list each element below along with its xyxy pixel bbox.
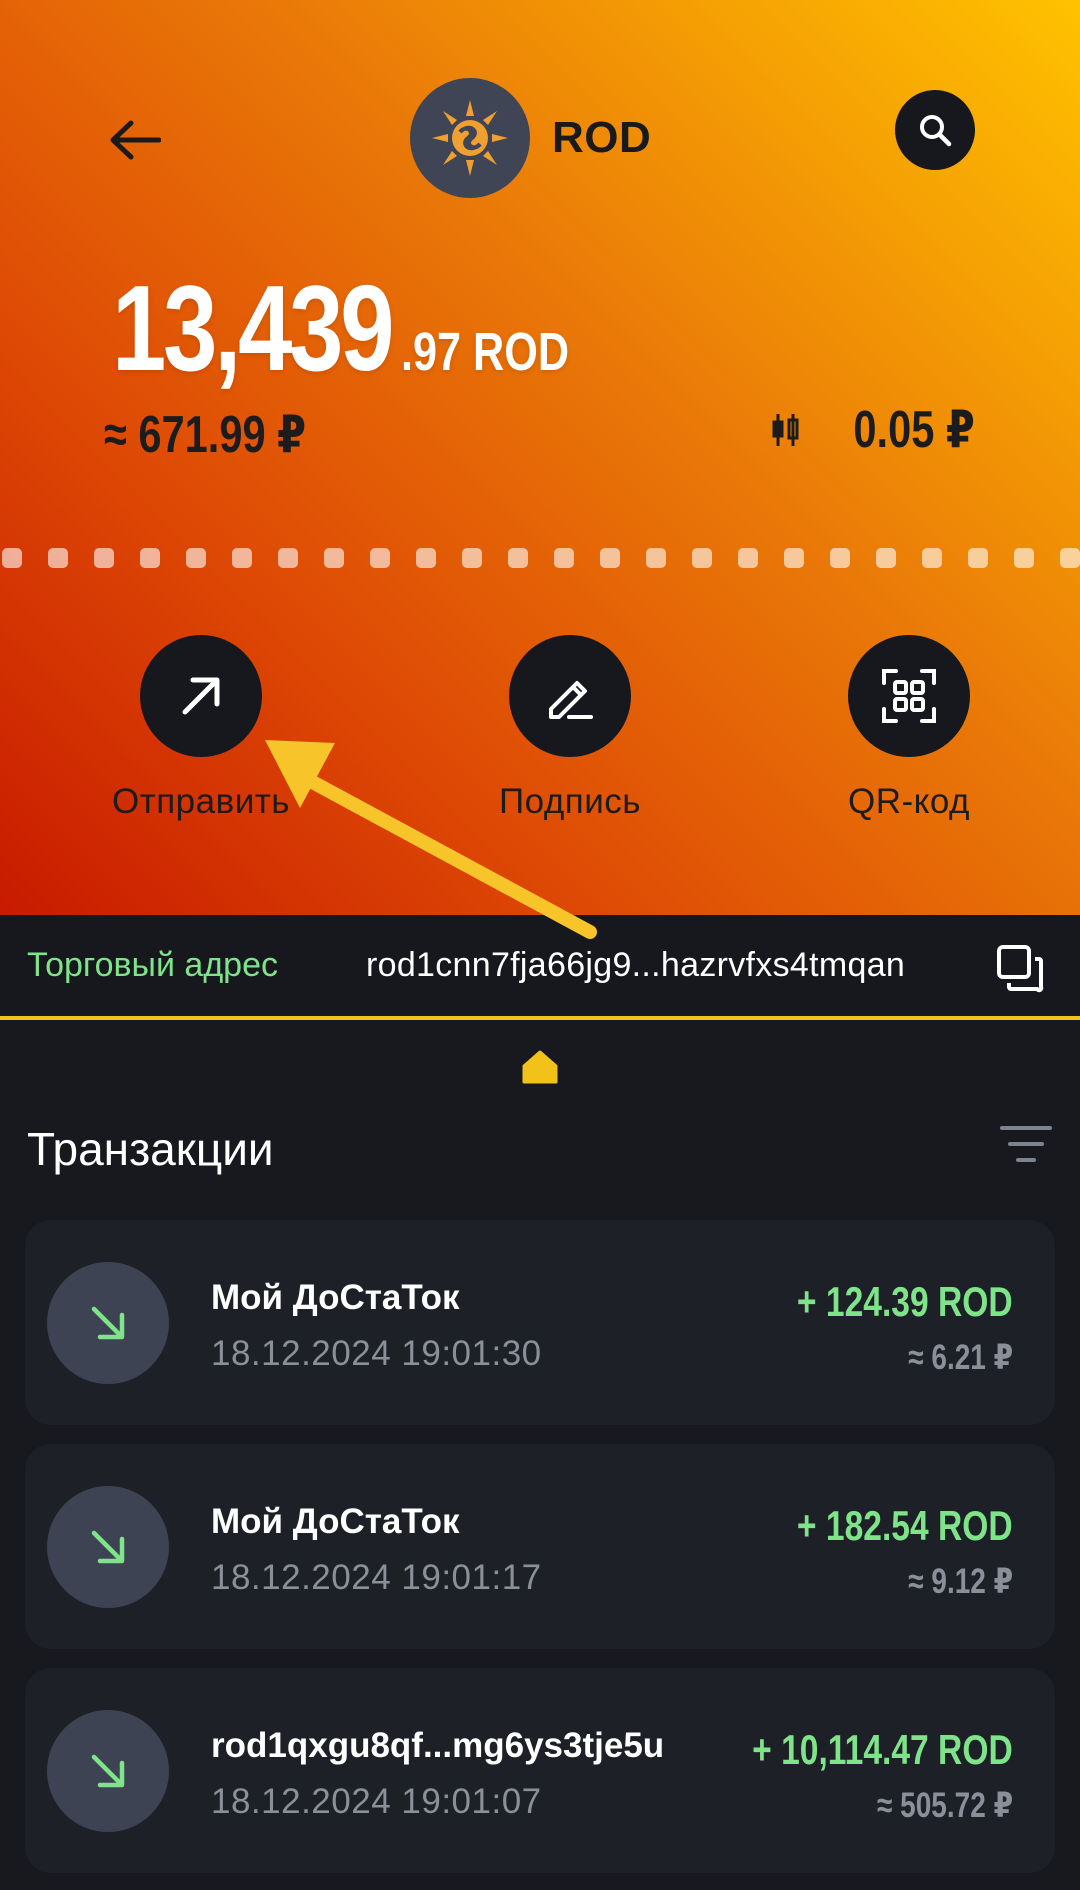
arrow-left-icon [110, 120, 161, 160]
transaction-name: Мой ДоСтаТок [211, 1278, 460, 1317]
copy-icon[interactable] [995, 943, 1045, 993]
qr-code-label: QR-код [848, 782, 970, 821]
fiat-balance: ≈ 671.99 ₽ [104, 406, 307, 464]
trading-address-bar: Торговый адрес rod1cnn7fja66jg9...hazrvf… [0, 915, 1080, 1020]
transaction-date: 18.12.2024 19:01:07 [211, 1782, 542, 1821]
coin-logo [410, 78, 530, 198]
balance: 13,439 .97 ROD [112, 258, 611, 398]
send-icon-circle [140, 635, 262, 757]
address-label: Торговый адрес [27, 946, 278, 984]
filter-icon[interactable] [998, 1122, 1054, 1166]
qr-code-button[interactable]: QR-код [789, 635, 1029, 822]
transaction-card[interactable]: rod1qxgu8qf...mg6ys3tje5u 18.12.2024 19:… [25, 1668, 1055, 1873]
incoming-icon-circle [47, 1710, 169, 1832]
search-button[interactable] [895, 90, 975, 170]
price-value: 0.05 ₽ [853, 401, 975, 459]
arrow-down-right-icon [91, 1754, 125, 1788]
transaction-date: 18.12.2024 19:01:30 [211, 1334, 542, 1373]
transaction-card[interactable]: Мой ДоСтаТок 18.12.2024 19:01:17 + 182.5… [25, 1444, 1055, 1649]
transaction-fiat: ≈ 505.72 ₽ [876, 1786, 1013, 1825]
send-label: Отправить [111, 782, 291, 821]
sign-button[interactable]: Подпись [450, 635, 690, 822]
address-value[interactable]: rod1cnn7fja66jg9...hazrvfxs4tmqan [366, 946, 905, 985]
arrow-down-right-icon [91, 1306, 125, 1340]
pen-icon [549, 681, 593, 719]
home-icon[interactable] [522, 1050, 558, 1084]
search-icon [920, 115, 952, 147]
sign-icon-circle [509, 635, 631, 757]
transaction-amount: + 124.39 ROD [797, 1278, 1013, 1325]
balance-decimal: .97 ROD [401, 322, 570, 382]
candlestick-icon [772, 414, 799, 446]
transaction-card[interactable]: Мой ДоСтаТок 18.12.2024 19:01:30 + 124.3… [25, 1220, 1055, 1425]
back-button[interactable] [100, 105, 170, 175]
transactions-title: Транзакции [27, 1123, 274, 1175]
dotted-divider [0, 548, 1080, 568]
transaction-fiat: ≈ 6.21 ₽ [908, 1338, 1013, 1377]
transaction-fiat: ≈ 9.12 ₽ [908, 1562, 1013, 1601]
sun-logo-icon [432, 100, 508, 176]
transaction-amount: + 10,114.47 ROD [752, 1726, 1013, 1773]
incoming-icon-circle [47, 1486, 169, 1608]
coin-price: 0.05 ₽ [771, 400, 975, 460]
incoming-icon-circle [47, 1262, 169, 1384]
arrow-up-right-icon [182, 677, 220, 715]
transaction-name: rod1qxgu8qf...mg6ys3tje5u [211, 1726, 665, 1765]
send-button[interactable]: Отправить [81, 635, 321, 822]
transaction-name: Мой ДоСтаТок [211, 1502, 460, 1541]
balance-integer: 13,439 [112, 260, 395, 396]
arrow-down-right-icon [91, 1530, 125, 1564]
wallet-header: ROD 13,439 .97 ROD ≈ 671.99 ₽ 0.05 ₽ Отп… [0, 0, 1080, 915]
qr-icon-circle [848, 635, 970, 757]
transaction-date: 18.12.2024 19:01:17 [211, 1558, 542, 1597]
sign-label: Подпись [498, 782, 641, 821]
coin-name: ROD [552, 113, 652, 162]
qr-scan-icon [882, 669, 936, 723]
transaction-amount: + 182.54 ROD [797, 1502, 1013, 1549]
